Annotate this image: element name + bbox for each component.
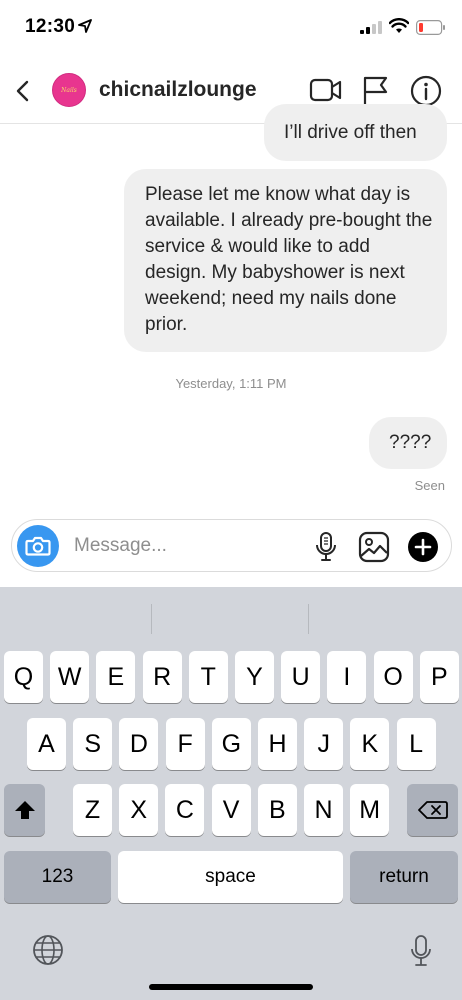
message-composer (11, 519, 452, 572)
dictation-microphone-icon[interactable] (409, 934, 433, 968)
key-k[interactable]: K (350, 718, 390, 770)
info-icon[interactable] (410, 75, 442, 107)
key-e[interactable]: E (96, 651, 136, 703)
key-m[interactable]: M (350, 784, 390, 836)
message-text: I’ll drive off then (284, 122, 417, 143)
message-text: Please let me know what day is available… (145, 184, 433, 335)
key-v[interactable]: V (211, 784, 251, 836)
message-input[interactable] (74, 534, 294, 558)
key-s[interactable]: S (73, 718, 113, 770)
gallery-icon[interactable] (358, 531, 390, 563)
backspace-icon (417, 801, 448, 819)
message-bubble[interactable]: I’ll drive off then (264, 104, 447, 161)
back-chevron-icon[interactable] (12, 76, 34, 106)
microphone-icon[interactable] (314, 531, 338, 563)
key-y[interactable]: Y (235, 651, 274, 703)
wifi-icon (389, 18, 409, 33)
key-o[interactable]: O (373, 651, 413, 703)
key-l[interactable]: L (396, 718, 436, 770)
key-r[interactable]: R (142, 651, 182, 703)
key-p[interactable]: P (419, 651, 459, 703)
flag-icon[interactable] (362, 75, 389, 107)
video-call-icon[interactable] (309, 75, 342, 105)
key-f[interactable]: F (165, 718, 205, 770)
key-h[interactable]: H (258, 718, 297, 770)
cellular-signal-icon (360, 21, 382, 34)
key-d[interactable]: D (119, 718, 159, 770)
return-key[interactable]: return (350, 851, 458, 903)
status-bar: 12:30 (0, 0, 462, 56)
key-w[interactable]: W (50, 651, 90, 703)
numbers-key[interactable]: 123 (4, 851, 111, 903)
status-time: 12:30 (25, 16, 76, 37)
key-g[interactable]: G (211, 718, 251, 770)
message-bubble[interactable]: ???? (369, 417, 447, 469)
message-bubble[interactable]: Please let me know what day is available… (124, 169, 447, 352)
key-q[interactable]: Q (4, 651, 43, 703)
key-x[interactable]: X (119, 784, 159, 836)
key-z[interactable]: Z (73, 784, 112, 836)
camera-button[interactable] (17, 525, 59, 567)
key-i[interactable]: I (327, 651, 367, 703)
location-arrow-icon (78, 19, 92, 33)
message-timestamp: Yesterday, 1:11 PM (175, 376, 287, 391)
space-key[interactable]: space (118, 851, 343, 903)
battery-icon (416, 20, 445, 35)
message-text: ???? (389, 432, 432, 453)
camera-icon (25, 536, 51, 556)
chat-username[interactable]: chicnailzlounge (99, 78, 257, 102)
add-icon[interactable] (407, 531, 439, 563)
globe-icon[interactable] (32, 934, 64, 966)
key-c[interactable]: C (165, 784, 205, 836)
key-j[interactable]: J (304, 718, 344, 770)
key-u[interactable]: U (281, 651, 321, 703)
delete-key[interactable] (407, 784, 458, 836)
home-indicator (149, 984, 313, 990)
shift-key[interactable] (4, 784, 45, 836)
key-t[interactable]: T (188, 651, 228, 703)
suggestion-divider (308, 604, 309, 634)
avatar[interactable]: Nails (52, 73, 86, 107)
keyboard: QWERTYUIOP ASDFGHJKL ZXCVBNM 123 space r… (0, 587, 462, 1000)
avatar-logo-text: Nails (61, 86, 77, 94)
key-a[interactable]: A (27, 718, 66, 770)
key-b[interactable]: B (257, 784, 297, 836)
seen-receipt: Seen (414, 478, 445, 493)
key-n[interactable]: N (304, 784, 343, 836)
shift-icon (14, 801, 35, 819)
suggestion-divider (151, 604, 152, 634)
